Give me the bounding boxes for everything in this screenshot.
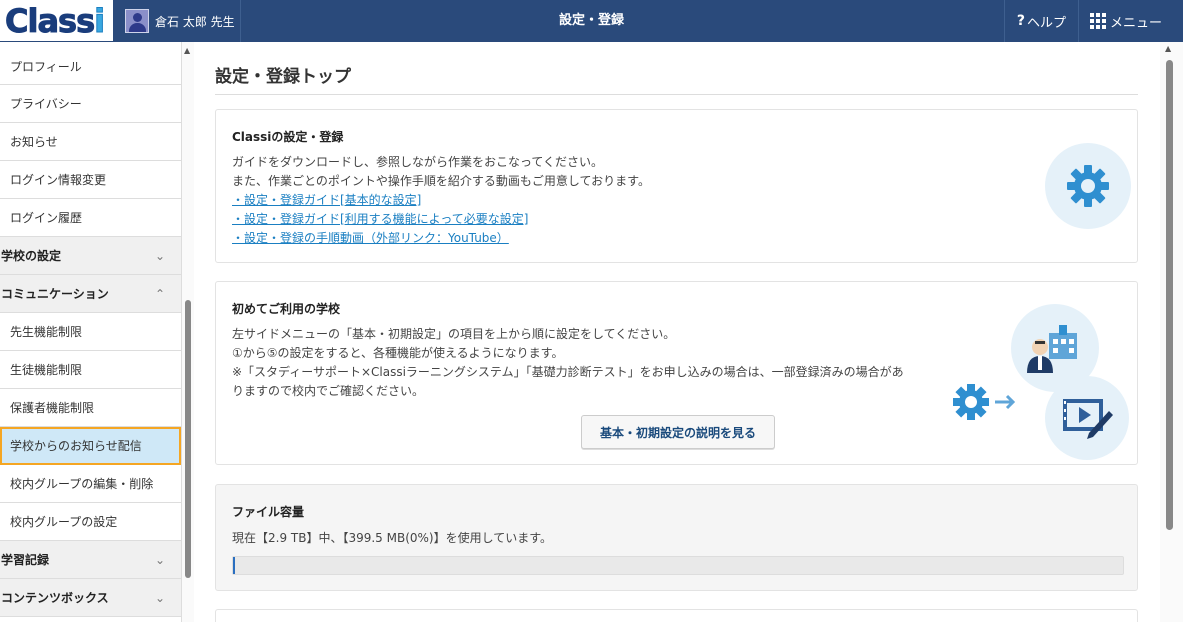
- user-name: 倉石 太郎 先生: [155, 14, 235, 29]
- section-label: コンテンツボックス: [1, 591, 109, 605]
- card-text: ガイドをダウンロードし、参照しながら作業をおこなってください。: [232, 155, 604, 169]
- sidebar-section-communication[interactable]: コミュニケーション ⌃: [0, 275, 181, 313]
- sidebar-scrollbar[interactable]: ▲: [182, 42, 194, 622]
- next-card: [215, 609, 1138, 622]
- page-title: 設定・登録トップ: [215, 62, 1138, 95]
- storage-progress-fill: [233, 557, 235, 574]
- grid-menu-icon: [1089, 13, 1106, 29]
- main-content: 設定・登録トップ Classiの設定・登録 ガイドをダウンロードし、参照しながら…: [194, 42, 1160, 622]
- gear-arrow-icon: [953, 384, 1016, 420]
- sidebar-item-teacher-restrictions[interactable]: 先生機能制限: [0, 313, 181, 351]
- sidebar: プロフィール プライバシー お知らせ ログイン情報変更 ログイン履歴 学校の設定…: [0, 42, 182, 622]
- section-label: コミュニケーション: [1, 287, 109, 301]
- sidebar-section-content-box[interactable]: コンテンツボックス ⌄: [0, 579, 181, 617]
- chevron-down-icon: ⌄: [154, 591, 165, 605]
- guide-feature-link[interactable]: ・設定・登録ガイド[利用する機能によって必要な設定]: [232, 210, 992, 229]
- school-building-icon: [1027, 325, 1077, 373]
- chevron-down-icon: ⌄: [154, 249, 165, 263]
- menu-label: メニュー: [1109, 15, 1162, 31]
- scroll-up-icon[interactable]: ▲: [184, 46, 190, 55]
- chevron-up-icon: ⌃: [154, 287, 165, 301]
- menu-button[interactable]: メニュー: [1078, 0, 1173, 42]
- sidebar-item-edit-groups[interactable]: 校内グループの編集・削除: [0, 465, 181, 503]
- card-heading: Classiの設定・登録: [232, 130, 344, 144]
- logo-text: Classi: [4, 2, 105, 41]
- page-scrollbar[interactable]: ▲: [1160, 42, 1183, 622]
- card-text: ※「スタディーサポート×Classiラーニングシステム」「基礎力診断テスト」をお…: [232, 365, 904, 379]
- first-use-card: 初めてご利用の学校 左サイドメニューの「基本・初期設定」の項目を上から順に設定を…: [215, 281, 1138, 465]
- card-text: ①から⑤の設定をすると、各種機能が使えるようになります。: [232, 346, 564, 360]
- sidebar-item-group-settings[interactable]: 校内グループの設定: [0, 503, 181, 541]
- section-label: 学校の設定: [1, 249, 62, 263]
- page-scroll-thumb[interactable]: [1166, 60, 1173, 530]
- sidebar-item-login-info[interactable]: ログイン情報変更: [0, 161, 181, 199]
- sidebar-item-notices[interactable]: お知らせ: [0, 123, 181, 161]
- view-initial-setup-button[interactable]: 基本・初期設定の説明を見る: [581, 415, 775, 449]
- gear-icon: [1067, 165, 1109, 207]
- help-icon: ?: [1016, 13, 1026, 29]
- video-circle: [1045, 376, 1129, 460]
- avatar: [125, 9, 149, 33]
- classi-settings-card: Classiの設定・登録 ガイドをダウンロードし、参照しながら作業をおこなってく…: [215, 109, 1138, 263]
- help-button[interactable]: ? ヘルプ: [1004, 0, 1078, 42]
- classi-logo[interactable]: Classi: [0, 0, 113, 42]
- card-text: また、作業ごとのポイントや操作手順を紹介する動画もご用意しております。: [232, 174, 650, 188]
- scroll-up-icon[interactable]: ▲: [1165, 44, 1171, 53]
- card-heading: 初めてご利用の学校: [232, 302, 341, 316]
- sidebar-section-school-settings[interactable]: 学校の設定 ⌄: [0, 237, 181, 275]
- file-capacity-card: ファイル容量 現在【2.9 TB】中、【399.5 MB(0%)】を使用していま…: [215, 484, 1138, 591]
- usage-text: 現在【2.9 TB】中、【399.5 MB(0%)】を使用しています。: [232, 531, 553, 545]
- guide-basic-link[interactable]: ・設定・登録ガイド[基本的な設定]: [232, 191, 992, 210]
- sidebar-item-privacy[interactable]: プライバシー: [0, 85, 181, 123]
- storage-progress-bar: [232, 556, 1124, 575]
- card-text: りますので校内でご確認ください。: [232, 384, 425, 398]
- help-label: ヘルプ: [1027, 15, 1067, 31]
- sidebar-item-student-restrictions[interactable]: 生徒機能制限: [0, 351, 181, 389]
- video-link[interactable]: ・設定・登録の手順動画（外部リンク：YouTube）: [232, 229, 992, 248]
- sidebar-scroll-thumb[interactable]: [185, 300, 191, 578]
- top-bar: 設定・登録 Classi 倉石 太郎 先生 ? ヘルプ メニュー: [0, 0, 1183, 42]
- chevron-down-icon: ⌄: [154, 553, 165, 567]
- user-info[interactable]: 倉石 太郎 先生: [113, 0, 241, 42]
- card-heading: ファイル容量: [232, 505, 305, 519]
- video-edit-icon: [1063, 399, 1113, 439]
- sidebar-item-login-history[interactable]: ログイン履歴: [0, 199, 181, 237]
- section-label: 学習記録: [1, 553, 50, 567]
- card-text: 左サイドメニューの「基本・初期設定」の項目を上から順に設定をしてください。: [232, 327, 676, 341]
- sidebar-item-guardian-restrictions[interactable]: 保護者機能制限: [0, 389, 181, 427]
- setup-illustration: [949, 302, 1139, 462]
- sidebar-section-learning-records[interactable]: 学習記録 ⌄: [0, 541, 181, 579]
- gear-illustration: [1045, 143, 1131, 229]
- sidebar-item-profile[interactable]: プロフィール: [0, 42, 181, 85]
- sidebar-item-school-announcements[interactable]: 学校からのお知らせ配信: [0, 427, 181, 465]
